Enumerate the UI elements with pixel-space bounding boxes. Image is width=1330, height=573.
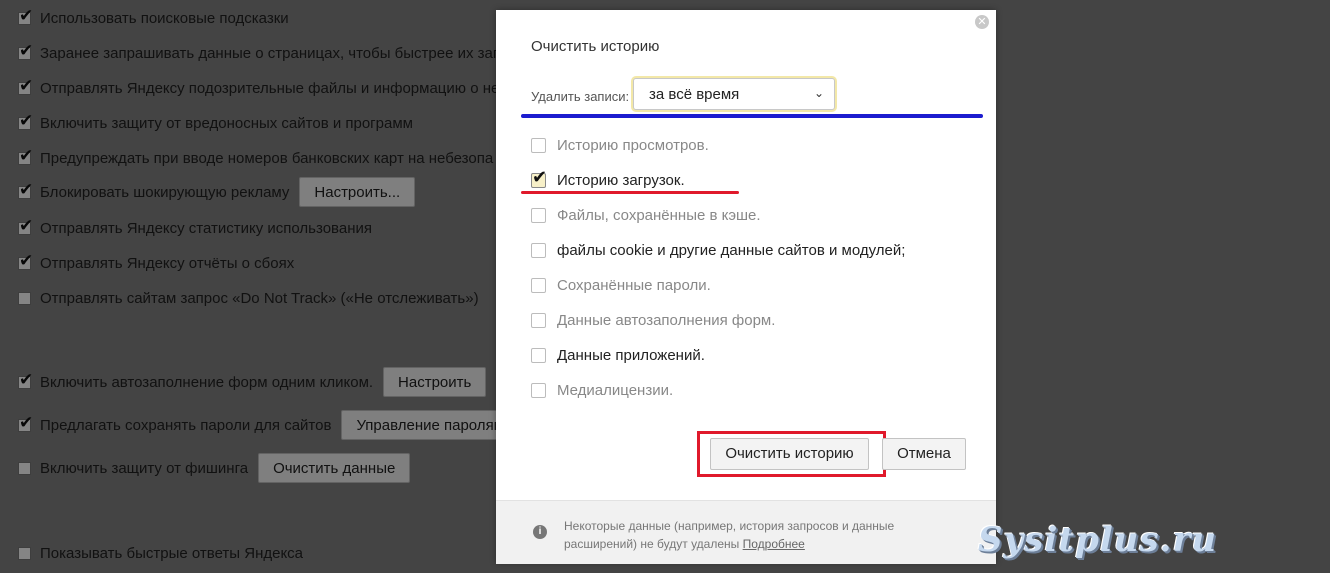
- option-saved-passwords[interactable]: Сохранённые пароли.: [531, 273, 711, 297]
- clear-history-dialog: ✕ Очистить историю Удалить записи: за вс…: [496, 10, 996, 564]
- checkbox[interactable]: [531, 137, 546, 153]
- watermark: Sysitplus.ru: [978, 520, 1218, 560]
- checkbox[interactable]: [531, 277, 546, 293]
- more-info-link[interactable]: Подробнее: [743, 537, 805, 551]
- option-label: Данные автозаполнения форм.: [557, 311, 776, 329]
- cancel-button[interactable]: Отмена: [882, 438, 966, 470]
- footer-note-text: Некоторые данные (например, история запр…: [564, 519, 895, 551]
- option-label: Данные приложений.: [557, 346, 705, 364]
- period-select[interactable]: за всё время ⌄: [633, 78, 835, 110]
- delete-records-label: Удалить записи:: [531, 89, 630, 104]
- option-label: файлы cookie и другие данные сайтов и мо…: [557, 241, 906, 259]
- option-download-history[interactable]: Историю загрузок.: [531, 167, 685, 192]
- option-label: Историю просмотров.: [557, 136, 709, 154]
- close-icon[interactable]: ✕: [975, 15, 989, 29]
- checkbox[interactable]: [531, 242, 546, 258]
- checkbox[interactable]: [531, 312, 546, 328]
- info-icon: i: [533, 525, 547, 539]
- period-value: за всё время: [649, 85, 740, 103]
- option-label: Медиалицензии.: [557, 381, 674, 399]
- clear-history-button[interactable]: Очистить историю: [710, 438, 869, 470]
- blue-underline-annotation: [521, 114, 983, 118]
- checkbox[interactable]: [531, 382, 546, 398]
- option-cookies[interactable]: файлы cookie и другие данные сайтов и мо…: [531, 238, 905, 262]
- option-cached-files[interactable]: Файлы, сохранённые в кэше.: [531, 203, 761, 227]
- option-media-licenses[interactable]: Медиалицензии.: [531, 378, 673, 402]
- option-label: Историю загрузок.: [557, 171, 685, 189]
- checkbox[interactable]: [531, 347, 546, 363]
- dialog-title: Очистить историю: [531, 38, 660, 55]
- checkbox[interactable]: [531, 167, 547, 188]
- option-app-data[interactable]: Данные приложений.: [531, 343, 705, 367]
- chevron-down-icon: ⌄: [813, 86, 824, 100]
- red-underline-annotation: [521, 191, 739, 194]
- checkbox[interactable]: [531, 207, 546, 223]
- option-label: Сохранённые пароли.: [557, 276, 711, 294]
- footer-note: Некоторые данные (например, история запр…: [564, 517, 944, 553]
- option-label: Файлы, сохранённые в кэше.: [557, 206, 761, 224]
- option-browsing-history[interactable]: Историю просмотров.: [531, 133, 709, 157]
- option-autofill-data[interactable]: Данные автозаполнения форм.: [531, 308, 775, 332]
- dialog-footer: i Некоторые данные (например, история за…: [496, 500, 996, 564]
